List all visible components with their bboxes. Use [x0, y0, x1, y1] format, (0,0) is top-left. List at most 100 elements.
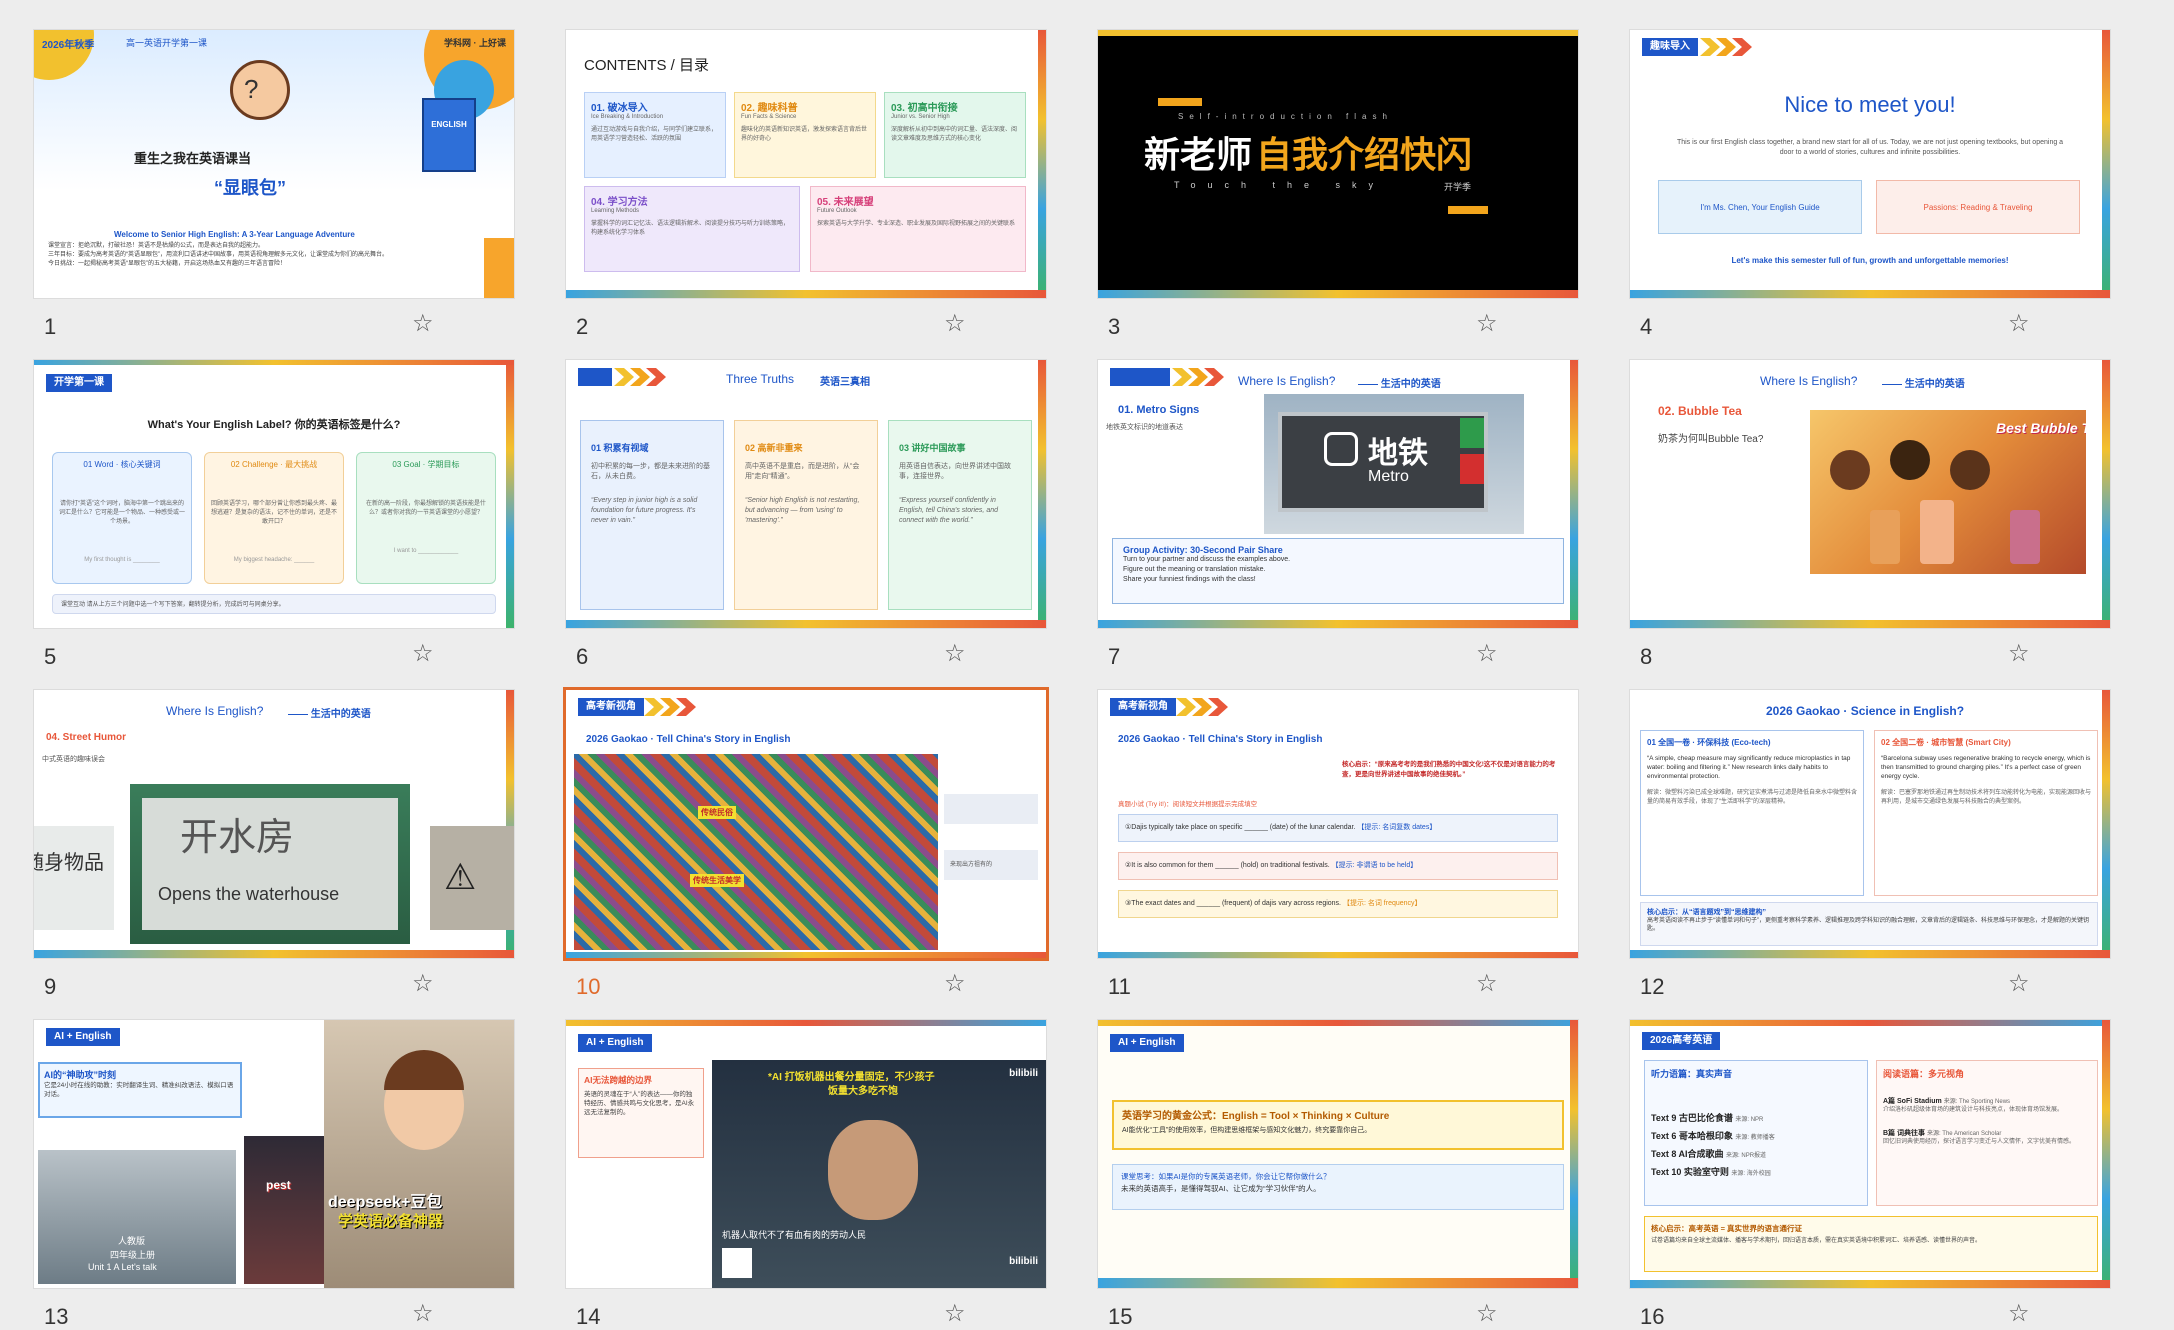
slide-3-canvas: Self-introduction flash 新老师 自我介绍快闪 Touch…: [1098, 30, 1578, 298]
slide-number: 9: [44, 974, 57, 999]
slide-9-canvas: Where Is English? —— 生活中的英语 04. Street H…: [34, 690, 514, 958]
slide-9-section: 04. Street Humor: [46, 732, 127, 743]
slide-6-title: Three Truths: [726, 372, 795, 386]
slide-5-canvas: 开学第一课 What's Your English Label? 你的英语标签是…: [34, 360, 514, 628]
metro-icon: [1324, 432, 1358, 466]
listening-item: Text 9 古巴比伦食谱 来源: NPR: [1651, 1113, 1764, 1123]
teacher-photo: deepseek+豆包 学英语必备神器: [324, 1020, 514, 1288]
slide-16-core-box: 核心启示：高考英语 = 真实世界的语言通行证 试卷语篇均来自全球主流媒体、播客与学…: [1644, 1216, 2098, 1272]
slide-15-canvas: AI + English 英语学习的黄金公式：English = Tool × …: [1098, 1020, 1578, 1288]
slide-4-footer: Let's make this semester full of fun, gr…: [1731, 256, 2009, 265]
contents-card: 04. 学习方法 Learning Methods 掌握科学的词汇记忆法、语法逻辑拆…: [584, 186, 800, 272]
slide-thumbnail-2[interactable]: CONTENTS / 目录 01. 破冰导入 Ice Breaking & Int…: [566, 30, 1046, 339]
slide-6-canvas: Three Truths 英语三真相 01 积累有视域 初中积累的每一步，都是未来…: [566, 360, 1046, 628]
star-icon[interactable]: ☆: [1476, 309, 1498, 338]
slide-7-title: Where Is English?: [1238, 374, 1336, 388]
slide-thumbnail-10-selected[interactable]: 高考新视角 2026 Gaokao · Tell China's Story i…: [566, 690, 1046, 999]
fill-item: ③The exact dates and ______ (frequent) o…: [1118, 890, 1558, 918]
slide-4-button-guide: I'm Ms. Chen, Your English Guide: [1658, 180, 1862, 234]
slide-7-activity-line: Share your funniest findings with the cl…: [1123, 576, 1256, 583]
slide-thumbnail-6[interactable]: Three Truths 英语三真相 01 积累有视域 初中积累的每一步，都是未来…: [566, 360, 1046, 669]
slide-thumbnail-8[interactable]: Where Is English? —— 生活中的英语 02. Bubble T…: [1630, 360, 2110, 669]
contents-card: 01. 破冰导入 Ice Breaking & Introduction 通过互动游…: [584, 92, 726, 178]
slide-number: 13: [44, 1304, 69, 1329]
truth-column: 02 高新非重来 高中英语不是重启，而是进阶，从“会用”走向“精通”。 “Senio…: [734, 420, 878, 610]
qr-code-icon: [722, 1248, 752, 1278]
slide-6-title-cn: 英语三真相: [820, 377, 870, 388]
contents-card: 05. 未来展望 Future Outlook 探索英语与大学升学、专业深造、职业发…: [810, 186, 1026, 272]
slide-thumbnail-11[interactable]: 高考新视角 2026 Gaokao · Tell China's Story i…: [1098, 690, 1578, 999]
caution-sign-photo: ⚠: [430, 826, 514, 930]
slide-13-box-title: AI的“神助攻”时刻: [44, 1070, 117, 1080]
star-icon[interactable]: ☆: [412, 969, 434, 998]
slide-7-sub: 地铁英文标识的地道表达: [1106, 424, 1183, 431]
waterhouse-sign-photo: 开水房 Opens the waterhouse: [130, 784, 410, 944]
contents-card: 03. 初高中衔接 Junior vs. Senior High 深度解析从初中到高…: [884, 92, 1026, 178]
slide-8-section: 02. Bubble Tea: [1658, 404, 1742, 418]
slide-13-canvas: AI + English AI的“神助攻”时刻它是24小时在线的助教：实时翻译生…: [34, 1020, 514, 1288]
slide-thumbnail-4[interactable]: 趣味导入 Nice to meet you! This is our first…: [1630, 30, 2110, 339]
slide-1-canvas: 2026年秋季 高一英语开学第一课 学科网 · 上好课 ? ENGLISH 重生…: [34, 30, 514, 298]
slide-thumbnail-16[interactable]: 2026高考英语 听力语篇：真实声音 Text 9 古巴比伦食谱 来源: NPR…: [1630, 1020, 2110, 1329]
slide-4-button-passions: Passions: Reading & Traveling: [1876, 180, 2080, 234]
slide-11-title: 2026 Gaokao · Tell China's Story in Engl…: [1118, 734, 1323, 745]
listening-item: Text 6 哥本哈根印象 来源: 教师播客: [1651, 1131, 1775, 1141]
slide-1-title-b: “显眼包”: [214, 178, 286, 198]
star-icon[interactable]: ☆: [2008, 309, 2030, 338]
slide-1-line: 今日挑战：一起揭秘高考英语“显眼包”的五大秘籍，开启这场热血又有趣的三年语言冒险…: [48, 261, 286, 267]
label-card: 02 Challenge · 最大挑战 回顾英语学习，哪个部分曾让你感到最头疼、最…: [204, 452, 344, 584]
slide-7-activity-line: Figure out the meaning or translation mi…: [1123, 566, 1266, 573]
slide-thumbnail-12[interactable]: 2026 Gaokao · Science in English? 01 全国一…: [1630, 690, 2110, 999]
star-icon[interactable]: ☆: [1476, 969, 1498, 998]
slide-number: 14: [576, 1304, 601, 1329]
slide-thumbnail-13[interactable]: AI + English AI的“神助攻”时刻它是24小时在线的助教：实时翻译生…: [34, 1020, 514, 1329]
star-icon[interactable]: ☆: [1476, 639, 1498, 668]
slide-1-title-a: 重生之我在英语课当: [134, 151, 252, 166]
slide-9-title-cn: —— 生活中的英语: [288, 709, 371, 720]
bubble-tea-photo: Best Bubble Tea: [1810, 410, 2086, 574]
label-card: 01 Word · 核心关键词 请你打“英语”这个词时，脑海中第一个跳出来的词汇是…: [52, 452, 192, 584]
slide-15-think-sub: 未来的英语高手，是懂得驾驭AI、让它成为“学习伙伴”的人。: [1121, 1184, 1321, 1193]
star-icon[interactable]: ☆: [412, 1299, 434, 1328]
star-icon[interactable]: ☆: [944, 639, 966, 668]
slide-13-tag: AI + English: [46, 1028, 120, 1046]
star-icon[interactable]: ☆: [2008, 969, 2030, 998]
slide-thumbnail-1[interactable]: 2026年秋季 高一英语开学第一课 学科网 · 上好课 ? ENGLISH 重生…: [34, 30, 514, 339]
slide-13-box-text: 它是24小时在线的助教：实时翻译生词、精准纠改语法、模拟口语对话。: [44, 1082, 234, 1098]
slide-1-line: 三年目标：要成为高考英语的“英语显眼包”，用流利口语讲述中国故事，用英语视角理解…: [48, 252, 388, 258]
slide-thumbnail-5[interactable]: 开学第一课 What's Your English Label? 你的英语标签是…: [34, 360, 514, 669]
slide-11-core: 核心启示：“原来高考考的是我们熟悉的中国文化!这不仅是对语言能力的考查，更是向世…: [1342, 761, 1556, 778]
slide-14-canvas: AI + English AI无法跨越的边界 英语的灵魂在于“人”的表达——你的独…: [566, 1020, 1046, 1288]
slide-number: 6: [576, 644, 589, 669]
fill-item: ②It is also common for them ______ (hold…: [1118, 852, 1558, 880]
slide-thumbnail-15[interactable]: AI + English 英语学习的黄金公式：English = Tool × …: [1098, 1020, 1578, 1329]
slide-number: 3: [1108, 314, 1121, 339]
reading-card: 阅读语篇：多元视角 A篇 SoFi Stadium 来源: The Sporti…: [1876, 1060, 2098, 1206]
slide-thumbnail-3[interactable]: Self-introduction flash 新老师 自我介绍快闪 Touch…: [1098, 30, 1578, 339]
star-icon[interactable]: ☆: [2008, 1299, 2030, 1328]
star-icon[interactable]: ☆: [1476, 1299, 1498, 1328]
street-sign-photo: 随身物品: [34, 826, 114, 930]
slide-8-title: Where Is English?: [1760, 374, 1858, 388]
warning-icon: ⚠: [444, 856, 477, 897]
slide-10-tag: 高考新视角: [578, 698, 644, 716]
star-icon[interactable]: ☆: [412, 309, 434, 338]
star-icon[interactable]: ☆: [944, 1299, 966, 1328]
slide-thumbnail-9[interactable]: Where Is English? —— 生活中的英语 04. Street H…: [34, 690, 514, 999]
slide-thumbnail-14[interactable]: AI + English AI无法跨越的边界 英语的灵魂在于“人”的表达——你的独…: [566, 1020, 1046, 1329]
star-icon[interactable]: ☆: [944, 969, 966, 998]
slide-number: 10: [576, 974, 601, 999]
star-icon[interactable]: ☆: [944, 309, 966, 338]
slide-3-sub2: 开学季: [1444, 182, 1472, 192]
slide-16-canvas: 2026高考英语 听力语篇：真实声音 Text 9 古巴比伦食谱 来源: NPR…: [1630, 1020, 2110, 1288]
slide-15-tag: AI + English: [1110, 1034, 1184, 1052]
slide-1-welcome: Welcome to Senior High English: A 3-Year…: [114, 230, 355, 239]
slide-5-footer: 课堂互动 请从上方三个问题中选一个写下答案，翻转提分析，完成后可与同桌分享。: [52, 594, 496, 614]
slide-3-top: Self-introduction flash: [1178, 112, 1393, 121]
slide-number: 16: [1640, 1304, 1665, 1329]
slide-7-section: 01. Metro Signs: [1118, 404, 1200, 416]
listening-item: Text 8 AI合成歌曲 来源: NPR报道: [1651, 1149, 1767, 1159]
star-icon[interactable]: ☆: [412, 639, 434, 668]
slide-thumbnail-7[interactable]: Where Is English? —— 生活中的英语 01. Metro Si…: [1098, 360, 1578, 669]
star-icon[interactable]: ☆: [2008, 639, 2030, 668]
